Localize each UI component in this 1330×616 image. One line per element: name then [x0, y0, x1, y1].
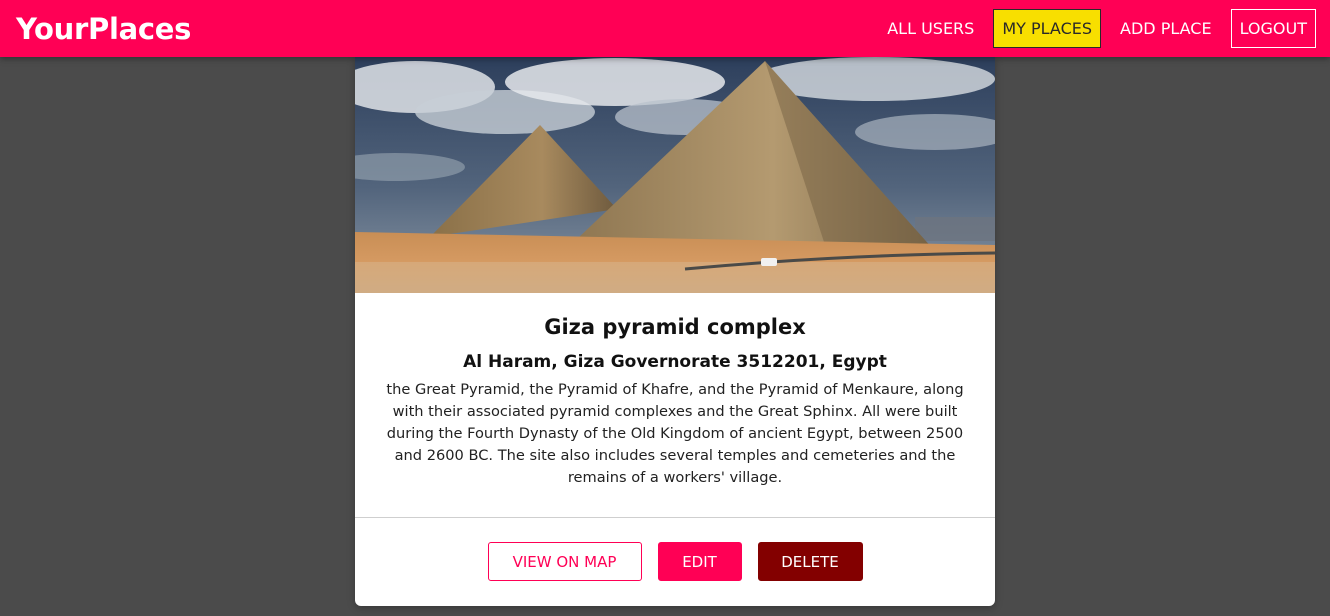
app-logo[interactable]: YourPlaces: [16, 12, 191, 46]
place-card: Giza pyramid complex Al Haram, Giza Gove…: [355, 57, 995, 606]
nav-my-places[interactable]: MY PLACES: [993, 9, 1102, 48]
place-title: Giza pyramid complex: [544, 315, 806, 339]
place-image: [355, 57, 995, 293]
place-description: the Great Pyramid, the Pyramid of Khafre…: [386, 381, 964, 486]
edit-button[interactable]: EDIT: [657, 542, 742, 581]
card-divider: [355, 517, 995, 518]
logout-button[interactable]: LOGOUT: [1230, 9, 1316, 48]
nav-all-users[interactable]: ALL USERS: [878, 9, 983, 48]
main-header: YourPlaces ALL USERS MY PLACES ADD PLACE…: [0, 0, 1330, 57]
place-actions: VIEW ON MAP EDIT DELETE: [355, 542, 995, 581]
place-info: Giza pyramid complex Al Haram, Giza Gove…: [355, 293, 995, 489]
view-on-map-button[interactable]: VIEW ON MAP: [487, 542, 642, 581]
main-nav: ALL USERS MY PLACES ADD PLACE LOGOUT: [868, 9, 1316, 48]
delete-button[interactable]: DELETE: [757, 542, 863, 581]
nav-add-place[interactable]: ADD PLACE: [1111, 9, 1221, 48]
place-address: Al Haram, Giza Governorate 3512201, Egyp…: [463, 352, 887, 372]
